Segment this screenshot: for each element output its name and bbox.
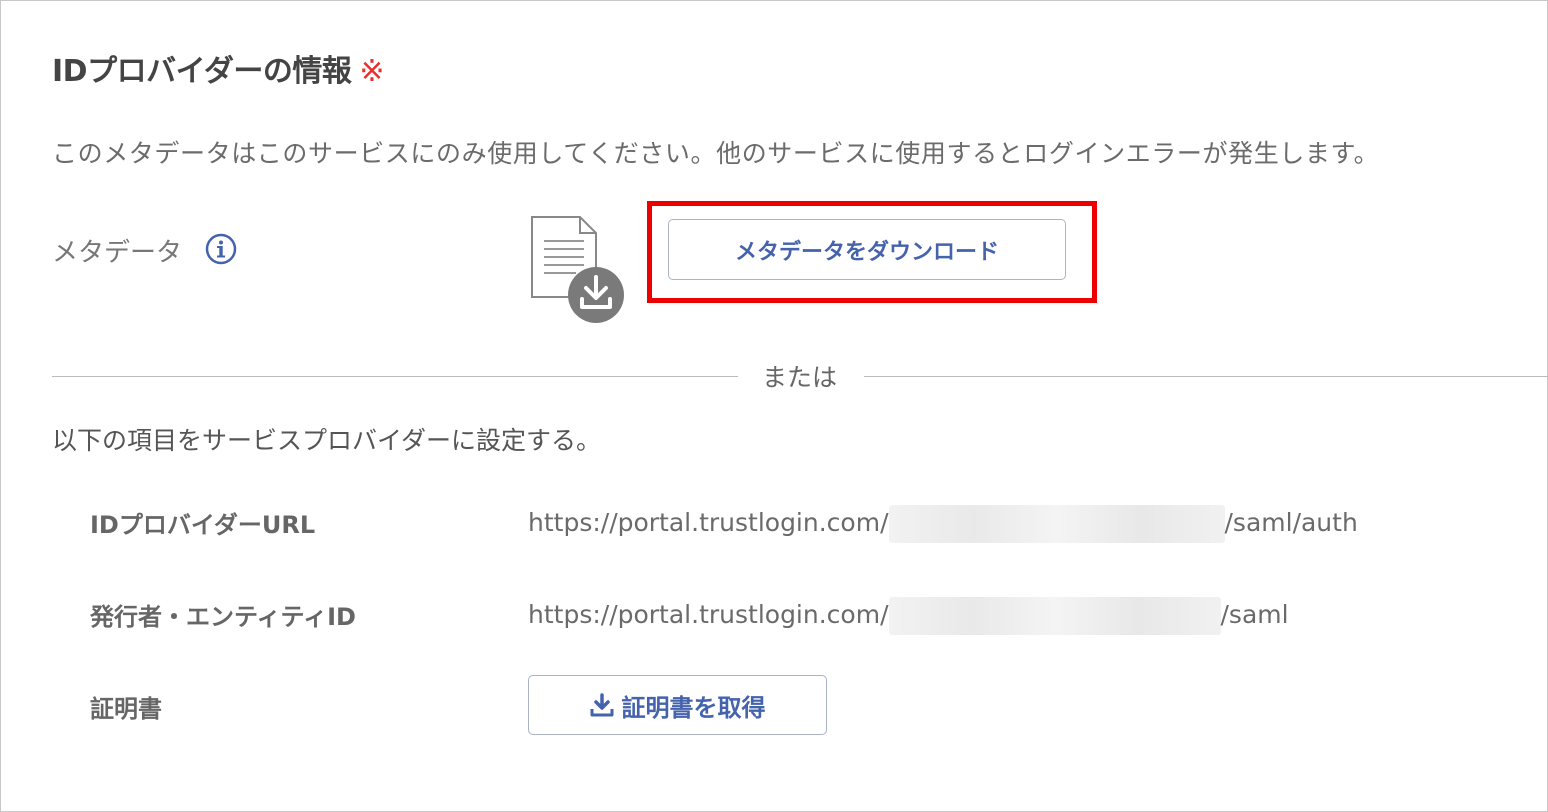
required-mark: ※ (359, 54, 385, 89)
download-metadata-button[interactable]: メタデータをダウンロード (668, 219, 1066, 280)
instruction-text: 以下の項目をサービスプロバイダーに設定する。 (52, 426, 602, 455)
get-certificate-label: 証明書を取得 (621, 693, 766, 722)
info-icon[interactable] (205, 233, 237, 265)
entity-id-suffix: /saml (1220, 600, 1289, 629)
divider-left (52, 376, 738, 377)
idp-url-suffix: /saml/auth (1224, 508, 1358, 537)
idp-url-value: https://portal.trustlogin.com/ /saml/auth (528, 505, 1358, 543)
redacted-tenant (888, 597, 1221, 635)
download-icon (590, 693, 613, 717)
idp-url-label: IDプロバイダーURL (90, 511, 316, 539)
section-title: IDプロバイダーの情報 ※ (52, 46, 385, 90)
redacted-tenant (888, 505, 1225, 543)
section-title-text: IDプロバイダーの情報 (52, 54, 352, 89)
get-certificate-button[interactable]: 証明書を取得 (528, 675, 827, 735)
metadata-notice: このメタデータはこのサービスにのみ使用してください。他のサービスに使用するとログ… (52, 139, 1380, 168)
metadata-file-download-icon (531, 216, 624, 323)
metadata-label: メタデータ (52, 238, 183, 268)
entity-id-prefix: https://portal.trustlogin.com/ (528, 600, 889, 629)
certificate-label: 証明書 (90, 695, 162, 723)
entity-id-label: 発行者・エンティティID (90, 603, 356, 631)
idp-url-prefix: https://portal.trustlogin.com/ (528, 508, 889, 537)
divider-right (864, 376, 1548, 377)
or-separator: または (762, 363, 838, 392)
entity-id-value: https://portal.trustlogin.com/ /saml (528, 597, 1289, 635)
